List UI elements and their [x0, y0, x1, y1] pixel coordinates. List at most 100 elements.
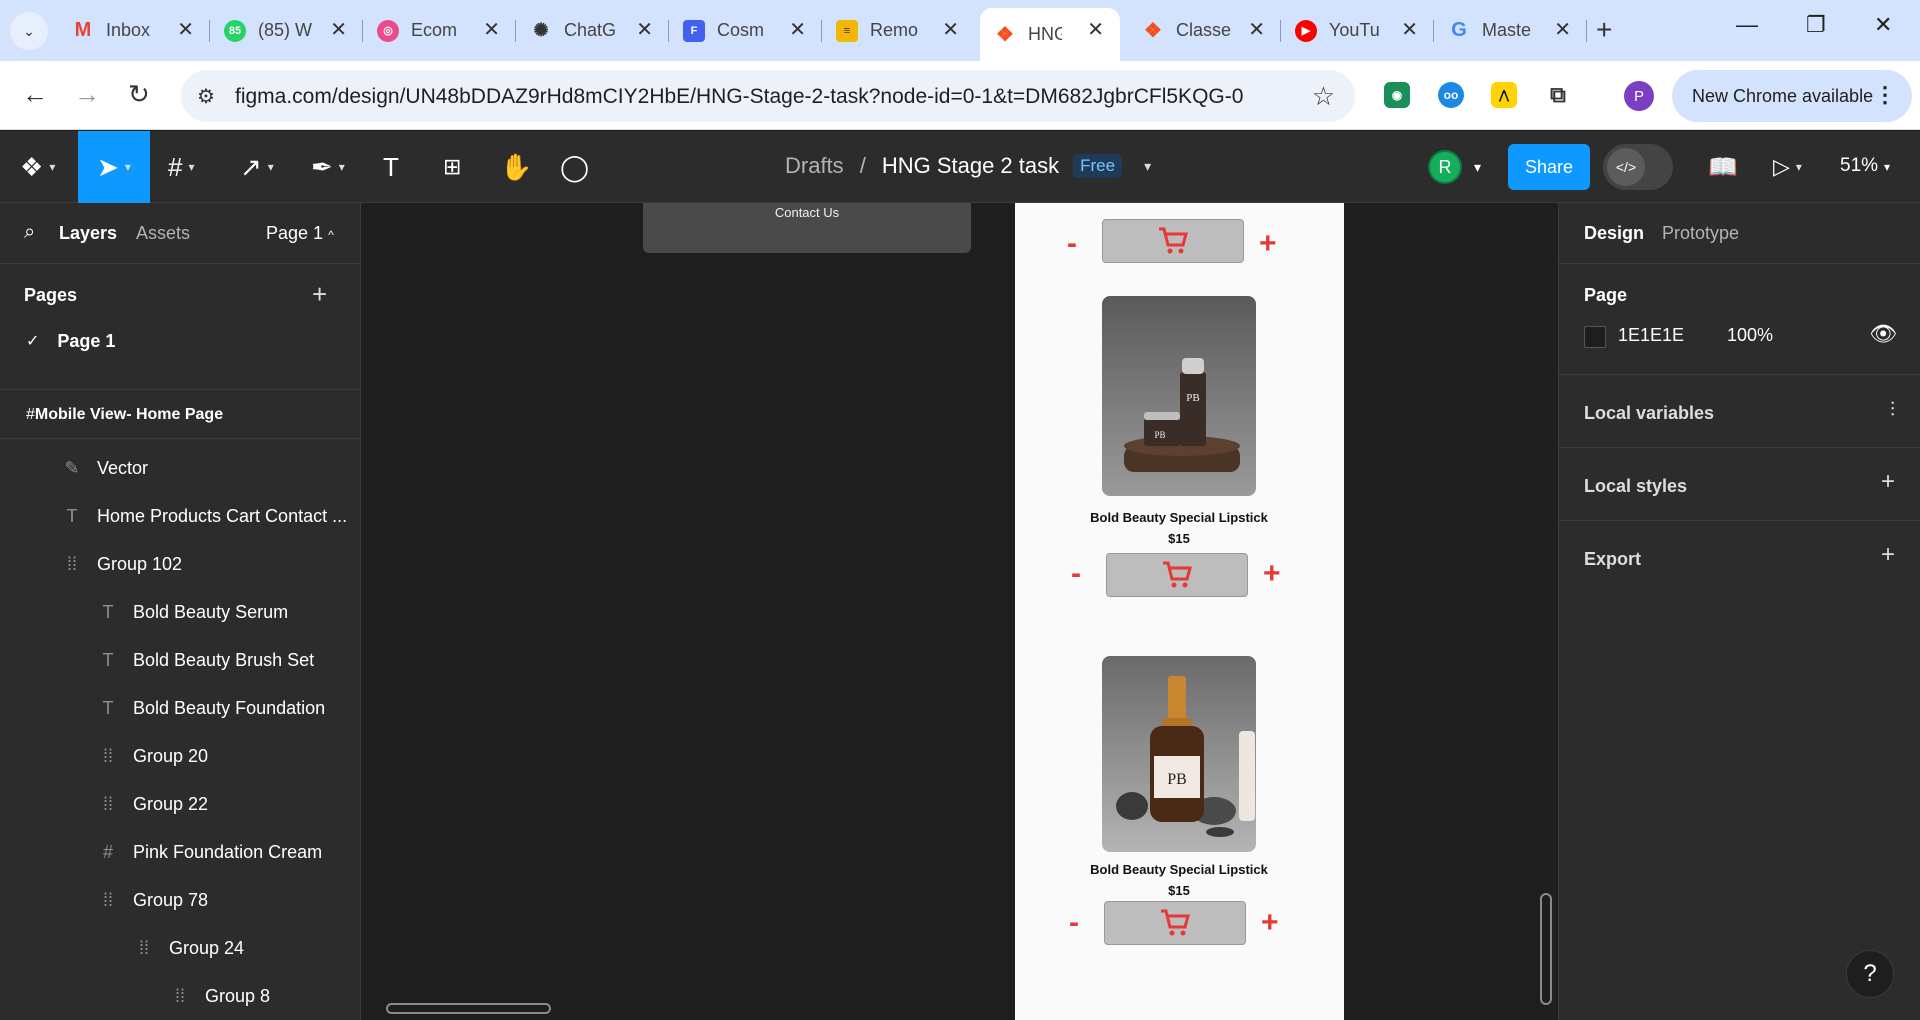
tab-assets[interactable]: Assets	[136, 223, 190, 244]
tab-whatsapp[interactable]: 85 (85) W ✕	[210, 8, 363, 53]
collaborator-avatar[interactable]: R	[1428, 150, 1462, 184]
extensions-puzzle-icon[interactable]: ⧉	[1545, 82, 1571, 108]
close-tab-icon[interactable]: ✕	[483, 20, 500, 40]
library-button[interactable]: 📖	[1708, 131, 1738, 203]
close-tab-icon[interactable]: ✕	[1248, 20, 1265, 40]
comment-tool[interactable]: ◯	[560, 131, 589, 203]
tab-design[interactable]: Design	[1584, 223, 1644, 244]
breadcrumb-drafts[interactable]: Drafts	[785, 153, 844, 179]
layer-item[interactable]: T Bold Beauty Foundation	[0, 684, 361, 732]
tab-layers[interactable]: Layers	[59, 223, 117, 244]
increase-quantity-button[interactable]: +	[1261, 908, 1279, 938]
layer-item[interactable]: T Bold Beauty Brush Set	[0, 636, 361, 684]
tab-google[interactable]: G Maste ✕	[1434, 8, 1587, 53]
layer-item[interactable]: T Home Products Cart Contact ...	[0, 492, 361, 540]
increase-quantity-button[interactable]: +	[1263, 559, 1281, 589]
layer-item[interactable]: ⁞⁞ Group 8	[0, 972, 361, 1020]
decrease-quantity-button[interactable]: -	[1067, 229, 1077, 259]
tab-hng-active[interactable]: ❖ HNG ✕	[980, 8, 1120, 61]
move-tool[interactable]: ➤ ▾	[78, 131, 150, 203]
profile-avatar[interactable]: P	[1624, 81, 1654, 111]
restore-icon[interactable]: ❐	[1806, 12, 1826, 38]
figma-main-menu[interactable]: ❖ ▾	[20, 131, 55, 203]
resources-tool[interactable]: ⊞	[443, 131, 461, 203]
forward-icon[interactable]: →	[74, 79, 100, 110]
collaborators-dropdown[interactable]: ▾	[1474, 131, 1481, 203]
extension-arrow-icon[interactable]: ⋀	[1491, 82, 1517, 108]
tab-prototype[interactable]: Prototype	[1662, 223, 1739, 244]
reload-icon[interactable]: ↻	[128, 79, 150, 110]
tab-classe[interactable]: ❖ Classe ✕	[1128, 8, 1281, 53]
layer-item[interactable]: ⁞⁞ Group 102	[0, 540, 361, 588]
tab-ecom[interactable]: ◎ Ecom ✕	[363, 8, 516, 53]
close-tab-icon[interactable]: ✕	[636, 20, 653, 40]
address-bar[interactable]: ⚙ figma.com/design/UN48bDDAZ9rHd8mCIY2Hb…	[181, 70, 1355, 122]
site-settings-icon[interactable]: ⚙	[197, 84, 215, 109]
tab-remo[interactable]: ≡ Remo ✕	[822, 8, 975, 53]
mobile-frame[interactable]: - + PB PB Bold Beauty Special Lipstick $…	[1015, 203, 1344, 1020]
add-to-cart-button[interactable]	[1102, 219, 1244, 263]
page-color-value[interactable]: 1E1E1E	[1618, 325, 1684, 346]
add-export-icon[interactable]: +	[1881, 541, 1895, 569]
horizontal-scrollbar[interactable]	[386, 1003, 551, 1014]
search-icon[interactable]: ⌕	[24, 221, 35, 244]
visibility-eye-icon[interactable]: 👁	[1869, 321, 1897, 347]
layer-item[interactable]: ⁞⁞ Group 20	[0, 732, 361, 780]
layer-item[interactable]: ⁞⁞ Group 78	[0, 876, 361, 924]
increase-quantity-button[interactable]: +	[1259, 229, 1277, 259]
tab-search-icon[interactable]: ⌄	[10, 12, 48, 50]
layer-item[interactable]: ⁞⁞ Group 24	[0, 924, 361, 972]
add-to-cart-button[interactable]	[1104, 901, 1246, 945]
text-tool[interactable]: T	[383, 131, 399, 203]
page-opacity-value[interactable]: 100%	[1727, 325, 1773, 346]
vertical-scrollbar[interactable]	[1540, 893, 1552, 1005]
pen-tool[interactable]: ✒ ▾	[311, 131, 345, 203]
bookmark-star-icon[interactable]: ☆	[1312, 81, 1335, 112]
zoom-menu[interactable]: 51% ▾	[1840, 155, 1890, 177]
page-color-swatch[interactable]	[1584, 326, 1606, 348]
plan-badge[interactable]: Free	[1073, 154, 1123, 178]
variables-sliders-icon[interactable]: ⫶	[1890, 399, 1895, 422]
desktop-footer-frame[interactable]: Contact Us	[643, 203, 971, 253]
hand-tool[interactable]: ✋	[500, 131, 532, 203]
extension-robot-icon[interactable]: ◉	[1384, 82, 1410, 108]
new-tab-icon[interactable]: +	[1596, 14, 1612, 46]
more-menu-icon[interactable]: ⋮	[1874, 82, 1896, 108]
close-window-icon[interactable]: ✕	[1874, 12, 1892, 38]
close-tab-icon[interactable]: ✕	[1401, 20, 1418, 40]
close-tab-icon[interactable]: ✕	[1554, 20, 1571, 40]
dev-mode-toggle[interactable]: </>	[1603, 144, 1673, 190]
minimize-icon[interactable]: —	[1736, 12, 1758, 38]
url-text[interactable]: figma.com/design/UN48bDDAZ9rHd8mCIY2HbE/…	[235, 85, 1243, 109]
frame-tool[interactable]: # ▾	[168, 131, 195, 203]
tab-cosm[interactable]: F Cosm ✕	[669, 8, 822, 53]
close-tab-icon[interactable]: ✕	[942, 20, 959, 40]
page-selector[interactable]: Page 1 ^	[266, 223, 334, 244]
layer-item[interactable]: ✎ Vector	[0, 444, 361, 492]
layer-item[interactable]: T Bold Beauty Serum	[0, 588, 361, 636]
layer-item[interactable]: ⁞⁞ Group 22	[0, 780, 361, 828]
layer-item[interactable]: # Pink Foundation Cream	[0, 828, 361, 876]
close-tab-icon[interactable]: ✕	[330, 20, 347, 40]
tab-inbox[interactable]: M Inbox ✕	[58, 8, 210, 53]
local-variables-section[interactable]: Local variables ⫶	[1559, 375, 1920, 448]
add-style-icon[interactable]: +	[1881, 468, 1895, 496]
tab-youtube[interactable]: ▶ YouTu ✕	[1281, 8, 1434, 53]
file-name[interactable]: HNG Stage 2 task	[882, 153, 1059, 179]
present-button[interactable]: ▷ ▾	[1773, 131, 1802, 203]
layer-root-frame[interactable]: # Mobile View- Home Page	[0, 391, 361, 439]
design-canvas[interactable]: Contact Us - + PB PB Bold Beauty Special…	[362, 203, 1558, 1020]
chrome-update-button[interactable]: New Chrome available ⋮	[1672, 70, 1912, 122]
shape-tool[interactable]: ↗ ▾	[240, 131, 274, 203]
extension-owl-icon[interactable]: oo	[1438, 82, 1464, 108]
add-to-cart-button[interactable]	[1106, 553, 1248, 597]
close-tab-icon[interactable]: ✕	[1087, 20, 1104, 40]
chevron-down-icon[interactable]: ▾	[1144, 158, 1151, 175]
page-list-item[interactable]: ✓ Page 1	[0, 317, 361, 365]
share-button[interactable]: Share	[1508, 144, 1590, 190]
product-image-skincare[interactable]: PB PB	[1102, 296, 1256, 496]
close-tab-icon[interactable]: ✕	[177, 20, 194, 40]
decrease-quantity-button[interactable]: -	[1069, 908, 1079, 938]
decrease-quantity-button[interactable]: -	[1071, 559, 1081, 589]
close-tab-icon[interactable]: ✕	[789, 20, 806, 40]
